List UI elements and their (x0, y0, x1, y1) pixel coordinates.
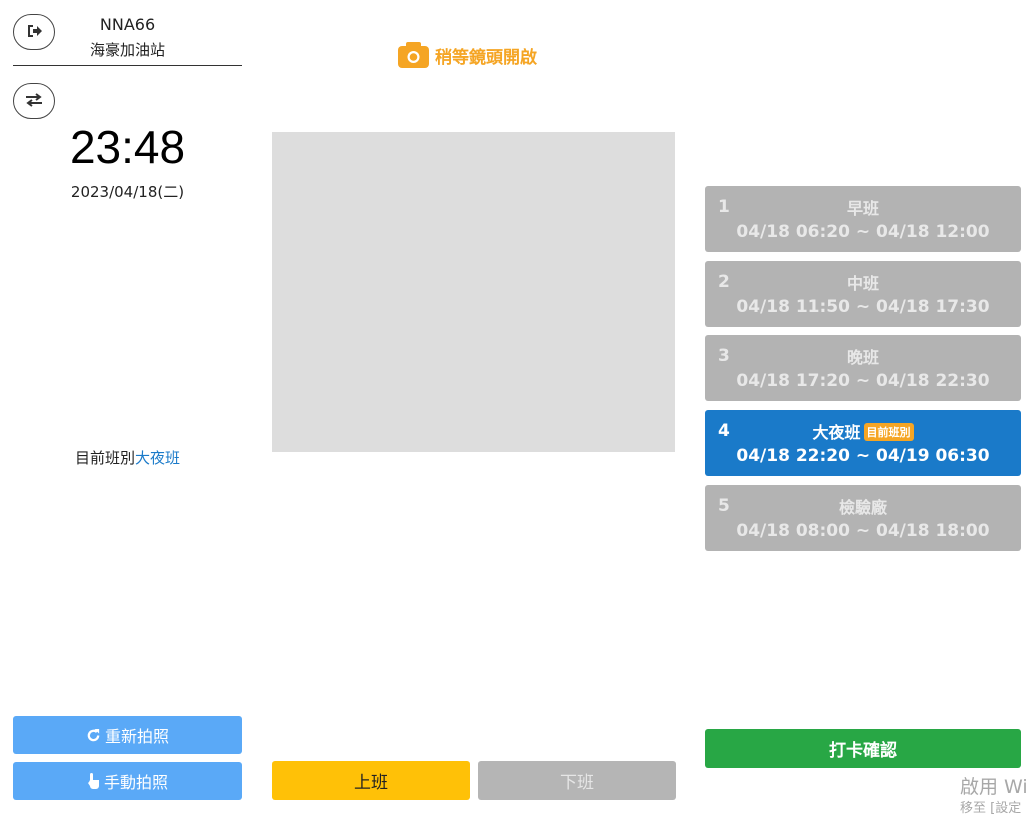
manual-photo-label: 手動拍照 (103, 775, 168, 792)
shift-option-3[interactable]: 3 晚班 04/18 17:20 ~ 04/18 22:30 (705, 335, 1021, 401)
shift-time: 04/18 08:00 ~ 04/18 18:00 (736, 521, 990, 541)
shift-option-5[interactable]: 5 檢驗廠 04/18 08:00 ~ 04/18 18:00 (705, 485, 1021, 551)
hand-pointer-icon (87, 773, 100, 789)
current-shift-label: 目前班別大夜班 (13, 447, 242, 468)
clock-in-button[interactable]: 上班 (272, 761, 470, 800)
manual-photo-button[interactable]: 手動拍照 (13, 762, 242, 800)
header-divider (13, 65, 242, 66)
shift-time: 04/18 22:20 ~ 04/19 06:30 (736, 446, 990, 466)
retake-photo-label: 重新拍照 (104, 729, 169, 746)
shift-time: 04/18 11:50 ~ 04/18 17:30 (736, 297, 990, 317)
camera-icon (398, 42, 429, 68)
confirm-punch-button[interactable]: 打卡確認 (705, 729, 1021, 768)
store-name: 海豪加油站 (89, 41, 165, 59)
clock-out-button[interactable]: 下班 (478, 761, 676, 800)
current-shift-value: 大夜班 (135, 449, 181, 467)
camera-status: 稍等鏡頭開啟 (398, 40, 537, 70)
shift-time: 04/18 17:20 ~ 04/18 22:30 (736, 371, 990, 391)
logout-button[interactable] (13, 14, 55, 50)
logout-icon (26, 23, 42, 42)
current-shift-prefix: 目前班別 (74, 449, 135, 467)
camera-preview (272, 132, 675, 452)
shift-name: 早班 (846, 199, 879, 218)
shift-option-4[interactable]: 4 大夜班 目前班別 04/18 22:20 ~ 04/19 06:30 (705, 410, 1021, 476)
shift-time: 04/18 06:20 ~ 04/18 12:00 (736, 222, 990, 242)
store-code: NNA66 (99, 15, 156, 34)
refresh-icon (86, 728, 101, 743)
shift-name: 中班 (846, 274, 879, 293)
shift-option-1[interactable]: 1 早班 04/18 06:20 ~ 04/18 12:00 (705, 186, 1021, 252)
current-shift-badge: 目前班別 (863, 423, 914, 441)
activation-watermark-line2: 移至 [設定 (960, 801, 1022, 816)
activation-watermark-line1: 啟用 Wi (960, 776, 1028, 798)
shift-name: 大夜班 (812, 423, 861, 442)
camera-status-label: 稍等鏡頭開啟 (435, 47, 537, 68)
current-time: 23:48 (69, 121, 186, 173)
shift-option-2[interactable]: 2 中班 04/18 11:50 ~ 04/18 17:30 (705, 261, 1021, 327)
swap-icon (25, 92, 43, 111)
current-date: 2023/04/18(二) (70, 183, 185, 201)
shift-name: 晚班 (846, 348, 879, 367)
shift-name: 檢驗廠 (838, 498, 887, 517)
retake-photo-button[interactable]: 重新拍照 (13, 716, 242, 754)
switch-button[interactable] (13, 83, 55, 119)
